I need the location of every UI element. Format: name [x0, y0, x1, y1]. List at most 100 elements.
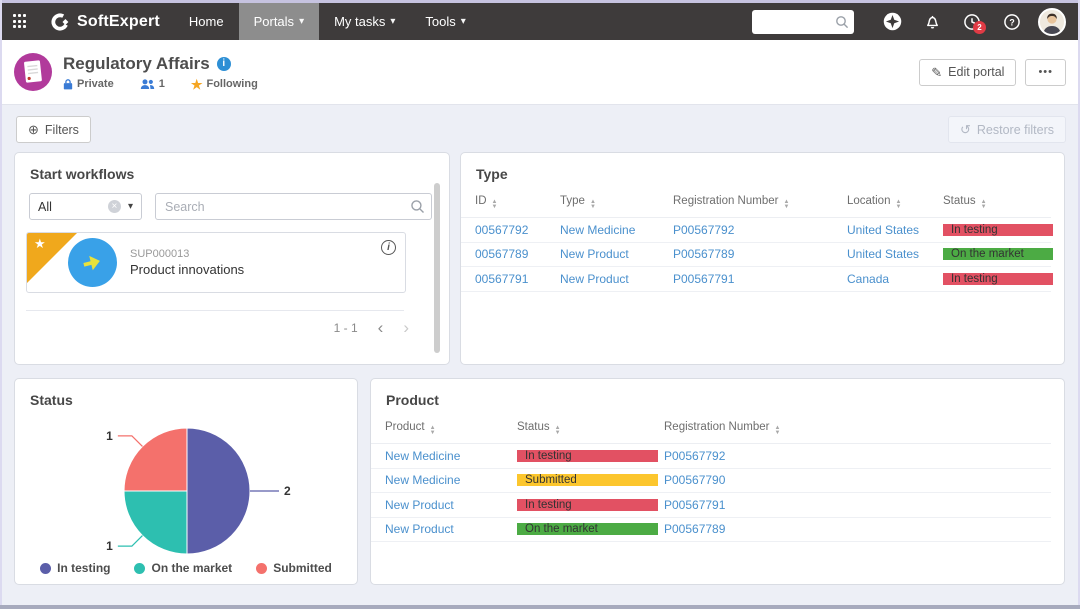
scrollbar[interactable]: [434, 183, 440, 353]
cell-registration-link[interactable]: P00567789: [673, 247, 847, 261]
portal-icon: [14, 53, 52, 91]
menu-item-my-tasks[interactable]: My tasks ▾: [319, 3, 410, 40]
plus-circle-icon: ⊕: [28, 122, 39, 137]
product-panel: Product Product ▲ ▼ Status ▲ ▼ Registration …: [370, 378, 1065, 585]
info-icon[interactable]: i: [216, 56, 231, 71]
start-workflows-panel: Start workflows All × ▾ ★ SUP000013 Prod…: [14, 152, 450, 365]
workflow-card[interactable]: ★ SUP000013 Product innovations i: [26, 232, 406, 293]
workflow-category-select[interactable]: All × ▾: [29, 193, 142, 220]
user-avatar[interactable]: [1038, 7, 1066, 36]
column-header-registration-number[interactable]: Registration Number ▲ ▼: [658, 421, 918, 436]
cell-registration-link[interactable]: P00567790: [658, 473, 918, 487]
search-icon: [836, 15, 849, 28]
column-header-product[interactable]: Product ▲ ▼: [385, 421, 517, 436]
cell-location-link[interactable]: Canada: [847, 272, 943, 286]
members-count: 1: [140, 78, 165, 90]
cell-registration-link[interactable]: P00567791: [673, 272, 847, 286]
panel-title: Start workflows: [30, 166, 135, 182]
workflow-search-input[interactable]: [155, 193, 432, 220]
window-edge-top: [0, 0, 1080, 3]
pie-data-label: 2: [284, 484, 291, 498]
cell-registration-link[interactable]: P00567791: [658, 498, 918, 512]
column-header-status[interactable]: Status ▲ ▼: [943, 195, 1053, 210]
clear-filter-icon[interactable]: ×: [107, 200, 121, 213]
cell-registration-link[interactable]: P00567792: [673, 223, 847, 237]
cell-product-link[interactable]: New Product: [385, 522, 517, 536]
cell-product-link[interactable]: New Medicine: [385, 473, 517, 487]
pie-slice-in-testing[interactable]: [186, 427, 251, 555]
legend-label: On the market: [151, 561, 233, 575]
legend-label: In testing: [57, 561, 111, 575]
history-count-badge: 2: [973, 21, 986, 34]
legend-dot: [134, 562, 146, 574]
cell-location-link[interactable]: United States: [847, 223, 943, 237]
pencil-icon: ✎: [931, 64, 943, 80]
table-row: 00567789 New Product P00567789 United St…: [461, 243, 1053, 267]
cell-registration-link[interactable]: P00567789: [658, 522, 918, 536]
chart-legend: In testing On the market Submitted: [15, 561, 357, 575]
star-icon: ★: [190, 76, 203, 92]
workflow-name: Product innovations: [130, 262, 245, 277]
chevron-down-icon: ▾: [127, 201, 133, 212]
menu-item-tools[interactable]: Tools ▾: [410, 3, 480, 40]
status-pie-chart[interactable]: 2 1 1: [15, 379, 359, 586]
sort-icon: ▲ ▼: [429, 425, 436, 436]
help-icon[interactable]: ?: [992, 3, 1032, 40]
discover-icon[interactable]: [872, 3, 912, 40]
sort-icon: ▲ ▼: [895, 199, 902, 210]
status-chart-panel: Status 2 1 1 In testing On the market Submit…: [14, 378, 358, 585]
info-icon[interactable]: i: [381, 240, 396, 255]
legend-item-on-the-market[interactable]: On the market: [134, 561, 232, 575]
status-badge: In testing: [517, 449, 658, 462]
legend-dot: [40, 562, 52, 574]
menu-item-home[interactable]: Home: [174, 3, 239, 40]
cell-location-link[interactable]: United States: [847, 247, 943, 261]
page-title: Regulatory Affairs: [63, 53, 210, 73]
cell-type-link[interactable]: New Product: [560, 247, 673, 261]
cell-id-link[interactable]: 00567792: [475, 223, 560, 237]
history-clock-icon[interactable]: 2: [952, 3, 992, 40]
menu-item-portals[interactable]: Portals ▾: [238, 3, 320, 40]
column-header-registration-number[interactable]: Registration Number ▲ ▼: [673, 195, 847, 210]
cell-registration-link[interactable]: P00567792: [658, 449, 918, 463]
main-menu: Home Portals ▾ My tasks ▾ Tools ▾: [174, 3, 481, 40]
following-toggle[interactable]: ★ Following: [191, 78, 258, 91]
table-row: New Product In testing P00567791: [371, 493, 1051, 518]
portal-header: Regulatory Affairs i Private 1 ★ Followi…: [0, 40, 1080, 104]
column-header-type[interactable]: Type ▲ ▼: [560, 195, 673, 210]
column-header-id[interactable]: ID ▲ ▼: [475, 195, 560, 210]
cell-id-link[interactable]: 00567791: [475, 272, 560, 286]
sort-icon: ▲ ▼: [589, 199, 596, 210]
app-grid-icon[interactable]: [13, 14, 28, 29]
edit-portal-button[interactable]: ✎ Edit portal: [919, 58, 1017, 86]
column-header-location[interactable]: Location ▲ ▼: [847, 195, 943, 210]
column-header-status[interactable]: Status ▲ ▼: [517, 421, 658, 436]
cell-product-link[interactable]: New Product: [385, 498, 517, 512]
pagination-prev-icon[interactable]: ‹: [378, 319, 384, 336]
softexpert-logo[interactable]: SoftExpert: [50, 12, 160, 32]
status-badge: Submitted: [517, 474, 658, 487]
cell-type-link[interactable]: New Product: [560, 272, 673, 286]
cell-product-link[interactable]: New Medicine: [385, 449, 517, 463]
cell-id-link[interactable]: 00567789: [475, 247, 560, 261]
sort-icon: ▲ ▼: [554, 425, 561, 436]
notifications-bell-icon[interactable]: [912, 3, 952, 40]
sort-icon: ▲ ▼: [491, 199, 498, 210]
sort-icon: ▲ ▼: [980, 199, 987, 210]
search-icon: [411, 200, 424, 213]
svg-text:?: ?: [1009, 17, 1014, 27]
restore-filters-button[interactable]: ↺ Restore filters: [947, 116, 1066, 143]
table-row: 00567792 New Medicine P00567792 United S…: [461, 218, 1053, 243]
cell-type-link[interactable]: New Medicine: [560, 223, 673, 237]
filters-button[interactable]: ⊕ Filters: [16, 116, 91, 143]
legend-item-submitted[interactable]: Submitted: [256, 561, 332, 575]
status-badge: In testing: [517, 498, 658, 511]
more-options-button[interactable]: •••: [1025, 58, 1066, 86]
chevron-down-icon: ▾: [299, 16, 305, 27]
top-navbar: SoftExpert Home Portals ▾ My tasks ▾ Too…: [0, 3, 1080, 40]
legend-item-in-testing[interactable]: In testing: [40, 561, 110, 575]
table-header: Product ▲ ▼ Status ▲ ▼ Registration Number ▲ ▼: [371, 414, 1051, 444]
lock-icon: [63, 79, 73, 90]
table-row: New Product On the market P00567789: [371, 518, 1051, 542]
pagination-next-icon[interactable]: ›: [403, 319, 409, 336]
